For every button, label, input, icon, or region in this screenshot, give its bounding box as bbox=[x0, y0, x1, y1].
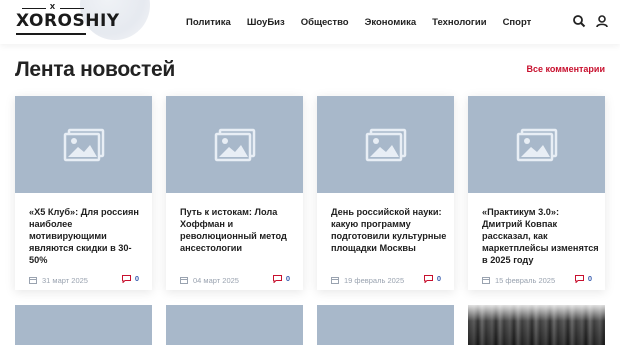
nav-item-showbiz[interactable]: ШоуБиз bbox=[247, 17, 285, 28]
card-comment-count: 0 bbox=[285, 274, 290, 283]
card-title[interactable]: Путь к истокам: Лола Хоффман и революцио… bbox=[180, 206, 298, 254]
card-thumbnail-partial[interactable] bbox=[15, 305, 152, 345]
card-comments[interactable]: 0 bbox=[574, 274, 592, 283]
news-card[interactable]: Путь к истокам: Лола Хоффман и революцио… bbox=[166, 96, 303, 290]
card-title[interactable]: День российской науки: какую программу п… bbox=[331, 206, 449, 254]
nav-item-sport[interactable]: Спорт bbox=[503, 17, 532, 28]
comment-icon bbox=[423, 274, 433, 283]
card-meta: 04 март 2025 0 bbox=[180, 274, 290, 286]
nav-item-technology[interactable]: Технологии bbox=[432, 17, 486, 28]
card-date: 15 февраль 2025 bbox=[495, 275, 556, 285]
main-nav: Политика ШоуБиз Общество Экономика Техно… bbox=[186, 0, 547, 44]
card-comments[interactable]: 0 bbox=[121, 274, 139, 283]
card-meta: 15 февраль 2025 0 bbox=[482, 274, 592, 286]
image-placeholder-icon bbox=[214, 128, 255, 161]
card-thumbnail[interactable] bbox=[468, 96, 605, 193]
calendar-icon bbox=[29, 277, 37, 284]
card-thumbnail-partial[interactable] bbox=[166, 305, 303, 345]
news-card[interactable]: «Х5 Клуб»: Для россиян наиболее мотивиру… bbox=[15, 96, 152, 290]
image-placeholder-icon bbox=[63, 128, 104, 161]
card-meta: 31 март 2025 0 bbox=[29, 274, 139, 286]
site-logo[interactable]: X XOROSHIY bbox=[16, 3, 119, 39]
all-comments-link[interactable]: Все комментарии bbox=[526, 64, 605, 74]
logo-underline bbox=[16, 33, 86, 35]
card-comment-count: 0 bbox=[587, 274, 592, 283]
card-date: 19 февраль 2025 bbox=[344, 275, 405, 285]
card-date: 31 март 2025 bbox=[42, 275, 88, 285]
nav-item-economy[interactable]: Экономика bbox=[365, 17, 417, 28]
card-comment-count: 0 bbox=[134, 274, 139, 283]
card-date: 04 март 2025 bbox=[193, 275, 239, 285]
comment-icon bbox=[121, 274, 131, 283]
card-comment-count: 0 bbox=[436, 274, 441, 283]
calendar-icon bbox=[180, 277, 188, 284]
card-comments[interactable]: 0 bbox=[423, 274, 441, 283]
calendar-icon bbox=[482, 277, 490, 284]
page-title: Лента новостей bbox=[15, 58, 175, 81]
image-placeholder-icon bbox=[365, 128, 406, 161]
logo-mark: X bbox=[16, 3, 90, 11]
search-icon[interactable] bbox=[572, 14, 586, 28]
nav-item-society[interactable]: Общество bbox=[301, 17, 349, 28]
news-card[interactable]: «Практикум 3.0»: Дмитрий Ковпак рассказа… bbox=[468, 96, 605, 290]
comment-icon bbox=[272, 274, 282, 283]
nav-item-politics[interactable]: Политика bbox=[186, 17, 231, 28]
card-meta: 19 февраль 2025 0 bbox=[331, 274, 441, 286]
news-card[interactable]: День российской науки: какую программу п… bbox=[317, 96, 454, 290]
user-icon[interactable] bbox=[595, 14, 609, 28]
image-placeholder-icon bbox=[516, 128, 557, 161]
card-thumbnail[interactable] bbox=[15, 96, 152, 193]
card-thumbnail[interactable] bbox=[317, 96, 454, 193]
card-title[interactable]: «Х5 Клуб»: Для россиян наиболее мотивиру… bbox=[29, 206, 147, 266]
card-thumbnail[interactable] bbox=[166, 96, 303, 193]
site-header: X XOROSHIY Политика ШоуБиз Общество Экон… bbox=[0, 0, 620, 44]
card-title[interactable]: «Практикум 3.0»: Дмитрий Ковпак рассказа… bbox=[482, 206, 600, 266]
card-comments[interactable]: 0 bbox=[272, 274, 290, 283]
comment-icon bbox=[574, 274, 584, 283]
card-photo-tires[interactable] bbox=[468, 305, 605, 345]
card-thumbnail-partial[interactable] bbox=[317, 305, 454, 345]
calendar-icon bbox=[331, 277, 339, 284]
logo-wordmark: XOROSHIY bbox=[16, 11, 120, 31]
